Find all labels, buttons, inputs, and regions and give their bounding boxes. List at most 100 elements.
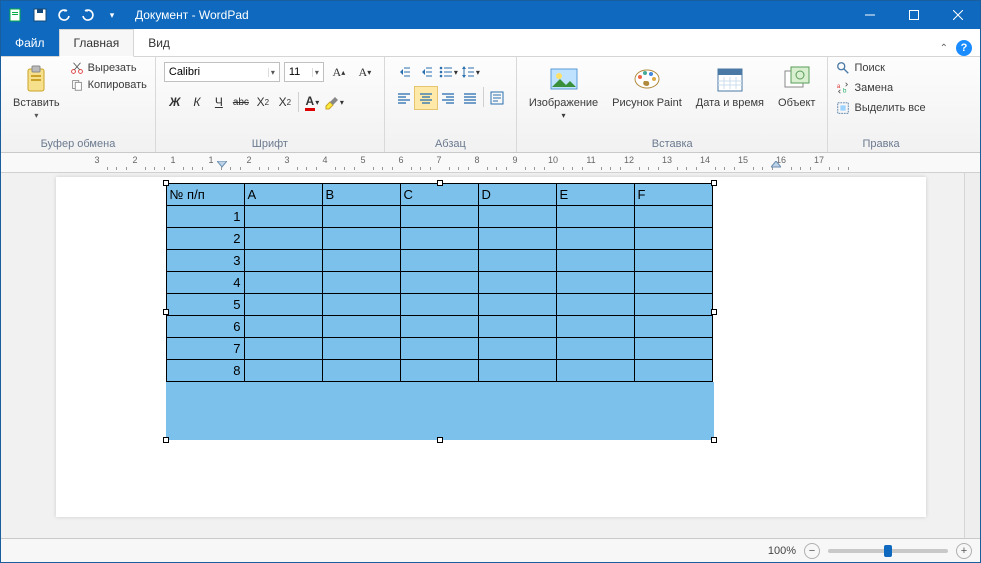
selectall-button[interactable]: Выделить все — [836, 101, 925, 115]
table-cell[interactable] — [556, 360, 634, 382]
table-cell[interactable] — [322, 338, 400, 360]
table-header-cell[interactable]: F — [634, 184, 712, 206]
table-cell[interactable] — [244, 228, 322, 250]
table-cell[interactable] — [634, 206, 712, 228]
insert-datetime-button[interactable]: Дата и время — [692, 61, 768, 111]
table-cell[interactable] — [556, 272, 634, 294]
zoom-slider[interactable] — [828, 549, 948, 553]
tab-home[interactable]: Главная — [59, 29, 135, 57]
table-cell[interactable] — [634, 338, 712, 360]
table-cell[interactable] — [400, 206, 478, 228]
table-cell[interactable] — [244, 360, 322, 382]
minimize-button[interactable] — [848, 1, 892, 29]
font-family-combo[interactable]: Calibri▾ — [164, 62, 280, 82]
insert-paint-button[interactable]: Рисунок Paint — [608, 61, 686, 111]
shrink-font-icon[interactable]: A▾ — [354, 61, 376, 83]
table-cell[interactable]: 3 — [166, 250, 244, 272]
embedded-table-object[interactable]: № п/пABCDEF 12345678 — [166, 183, 714, 440]
table[interactable]: № п/пABCDEF 12345678 — [166, 183, 713, 382]
table-cell[interactable]: 6 — [166, 316, 244, 338]
table-cell[interactable] — [478, 206, 556, 228]
table-cell[interactable]: 5 — [166, 294, 244, 316]
collapse-ribbon-icon[interactable]: ⌃ — [940, 43, 948, 54]
grow-font-icon[interactable]: A▴ — [328, 61, 350, 83]
tab-view[interactable]: Вид — [134, 30, 184, 56]
table-cell[interactable] — [478, 272, 556, 294]
table-cell[interactable]: 4 — [166, 272, 244, 294]
outdent-icon[interactable] — [393, 61, 415, 83]
table-cell[interactable] — [322, 206, 400, 228]
table-cell[interactable] — [478, 360, 556, 382]
table-cell[interactable] — [322, 316, 400, 338]
table-cell[interactable] — [244, 338, 322, 360]
table-cell[interactable] — [244, 272, 322, 294]
table-cell[interactable] — [400, 228, 478, 250]
table-cell[interactable] — [400, 360, 478, 382]
table-header-cell[interactable]: C — [400, 184, 478, 206]
table-cell[interactable] — [478, 228, 556, 250]
table-header-cell[interactable]: B — [322, 184, 400, 206]
vertical-scrollbar[interactable] — [964, 153, 980, 538]
align-center-icon[interactable] — [415, 87, 437, 109]
table-cell[interactable] — [634, 294, 712, 316]
qat-customize-icon[interactable]: ▾ — [101, 4, 123, 26]
horizontal-ruler[interactable]: 3211234567891011121314151617 — [1, 153, 980, 173]
insert-object-button[interactable]: Объект — [774, 61, 819, 111]
find-button[interactable]: Поиск — [836, 61, 925, 75]
table-cell[interactable] — [556, 228, 634, 250]
subscript-icon[interactable]: X2 — [252, 91, 274, 113]
align-left-icon[interactable] — [393, 87, 415, 109]
paste-button[interactable]: Вставить ▾ — [9, 61, 64, 122]
table-cell[interactable] — [556, 250, 634, 272]
table-header-cell[interactable]: E — [556, 184, 634, 206]
paragraph-dialog-icon[interactable] — [486, 87, 508, 109]
table-cell[interactable] — [400, 338, 478, 360]
table-cell[interactable] — [634, 228, 712, 250]
table-cell[interactable] — [556, 316, 634, 338]
indent-icon[interactable] — [415, 61, 437, 83]
table-cell[interactable] — [322, 228, 400, 250]
table-cell[interactable] — [400, 272, 478, 294]
table-cell[interactable]: 2 — [166, 228, 244, 250]
table-cell[interactable] — [322, 250, 400, 272]
table-cell[interactable] — [556, 294, 634, 316]
bullets-icon[interactable]: ▾ — [437, 61, 459, 83]
copy-button[interactable]: Копировать — [70, 78, 147, 92]
table-header-cell[interactable]: D — [478, 184, 556, 206]
table-cell[interactable] — [322, 360, 400, 382]
font-size-combo[interactable]: 11▾ — [284, 62, 324, 82]
table-header-cell[interactable]: № п/п — [166, 184, 244, 206]
align-justify-icon[interactable] — [459, 87, 481, 109]
table-cell[interactable] — [478, 250, 556, 272]
table-cell[interactable] — [556, 206, 634, 228]
table-cell[interactable] — [634, 316, 712, 338]
undo-icon[interactable] — [53, 4, 75, 26]
qat-doc-icon[interactable] — [5, 4, 27, 26]
table-cell[interactable] — [478, 294, 556, 316]
bold-icon[interactable]: Ж — [164, 91, 186, 113]
qat-save-icon[interactable] — [29, 4, 51, 26]
table-header-cell[interactable]: A — [244, 184, 322, 206]
italic-icon[interactable]: К — [186, 91, 208, 113]
table-cell[interactable]: 1 — [166, 206, 244, 228]
table-cell[interactable] — [634, 250, 712, 272]
table-cell[interactable] — [400, 294, 478, 316]
table-cell[interactable] — [634, 360, 712, 382]
maximize-button[interactable] — [892, 1, 936, 29]
close-button[interactable] — [936, 1, 980, 29]
insert-image-button[interactable]: Изображение▾ — [525, 61, 602, 122]
underline-icon[interactable]: Ч — [208, 91, 230, 113]
table-cell[interactable] — [244, 250, 322, 272]
strike-icon[interactable]: abc — [230, 91, 252, 113]
font-color-icon[interactable]: A▾ — [301, 91, 323, 113]
table-cell[interactable] — [322, 294, 400, 316]
table-cell[interactable]: 7 — [166, 338, 244, 360]
table-cell[interactable] — [478, 338, 556, 360]
table-cell[interactable] — [400, 316, 478, 338]
highlight-icon[interactable]: ▾ — [323, 91, 345, 113]
zoom-out-button[interactable]: − — [804, 543, 820, 559]
table-cell[interactable] — [244, 294, 322, 316]
table-cell[interactable]: 8 — [166, 360, 244, 382]
zoom-in-button[interactable]: + — [956, 543, 972, 559]
document-page[interactable]: № п/пABCDEF 12345678 — [56, 177, 926, 517]
